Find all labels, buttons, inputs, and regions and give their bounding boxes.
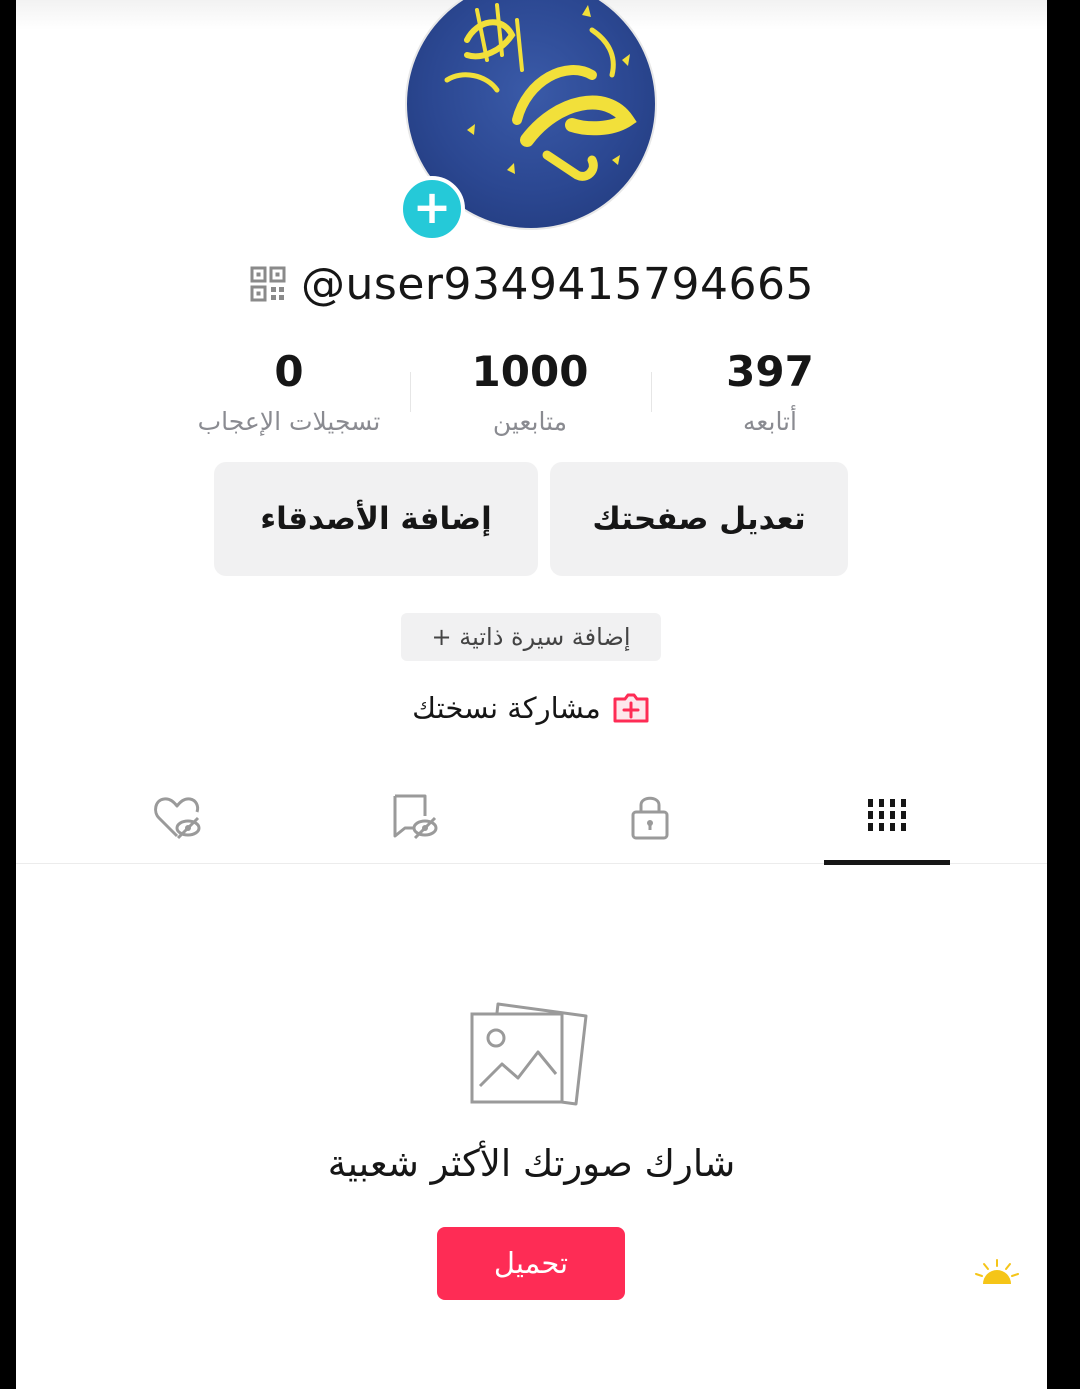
tab-videos[interactable] — [824, 770, 950, 865]
qr-code-icon[interactable] — [249, 265, 287, 303]
profile-tabs — [16, 770, 1047, 865]
profile-stats: 397 أتابعه 1000 متابعين 0 تسجيلات الإعجا… — [16, 342, 1047, 442]
grid-icon — [868, 799, 906, 831]
share-copy-row[interactable]: مشاركة نسختك — [16, 684, 1047, 732]
username-row: @user9349415794665 — [16, 252, 1047, 316]
likes-count: 0 — [274, 347, 304, 396]
followers-label: متابعين — [492, 407, 568, 436]
add-avatar-button[interactable]: + — [399, 176, 465, 242]
profile-actions: تعديل صفحتك إضافة الأصدقاء — [214, 462, 848, 576]
share-copy-label: مشاركة نسختك — [412, 691, 601, 725]
tab-private[interactable] — [587, 770, 713, 864]
photos-placeholder-icon — [470, 1002, 588, 1106]
sun-icon — [975, 1259, 1019, 1284]
following-stat[interactable]: 397 أتابعه — [650, 342, 890, 442]
add-friends-button[interactable]: إضافة الأصدقاء — [214, 462, 538, 576]
profile-screen: + @user9349415794665 397 أتابعه 1000 متا… — [16, 0, 1047, 1389]
saved-hidden-icon — [393, 794, 438, 840]
likes-label: تسجيلات الإعجاب — [197, 407, 381, 436]
stat-divider — [410, 372, 411, 412]
stat-divider — [651, 372, 652, 412]
lock-icon — [631, 796, 669, 840]
username: @user9349415794665 — [301, 258, 814, 310]
liked-hidden-icon — [154, 797, 201, 840]
edit-profile-button[interactable]: تعديل صفحتك — [550, 462, 848, 576]
upload-button[interactable]: تحميل — [437, 1227, 625, 1300]
active-tab-indicator — [824, 860, 950, 865]
empty-state-title: شارك صورتك الأكثر شعبية — [327, 1142, 736, 1185]
tab-saved[interactable] — [351, 770, 477, 864]
add-share-icon — [613, 693, 649, 723]
add-bio-button[interactable]: + إضافة سيرة ذاتية — [401, 613, 661, 661]
following-count: 397 — [726, 347, 814, 396]
likes-stat[interactable]: 0 تسجيلات الإعجاب — [169, 342, 409, 442]
followers-count: 1000 — [471, 347, 589, 396]
following-label: أتابعه — [743, 407, 797, 436]
followers-stat[interactable]: 1000 متابعين — [410, 342, 650, 442]
tab-liked[interactable] — [114, 770, 240, 864]
